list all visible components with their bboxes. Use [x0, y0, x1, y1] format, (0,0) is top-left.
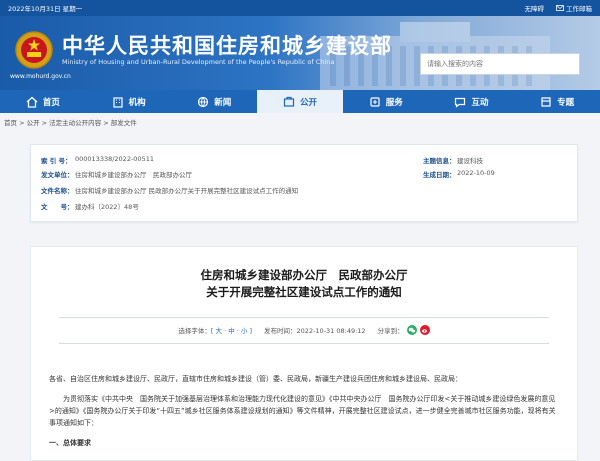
- article-salutation: 各省、自治区住房和城乡建设厅、民政厅，直辖市住房和城乡建设（管）委、民政局，新疆…: [49, 375, 462, 383]
- topic-icon: [541, 96, 551, 107]
- mail-label: 工作邮箱: [566, 5, 592, 13]
- meta-title-row: 文件名称： 住房和城乡建设部办公厅 民政部办公厅关于开展完整社区建设试点工作的通…: [41, 187, 299, 195]
- top-bar: 2022年10月31日 星期一 无障碍 工作邮箱: [0, 0, 600, 16]
- accessibility-label: 无障碍: [524, 5, 545, 13]
- nav-item-org[interactable]: 机构: [86, 90, 172, 113]
- main-nav: 首页 机构 新闻 公开 服务 互动 专题: [0, 90, 600, 113]
- share-group: 分享到：: [378, 325, 430, 335]
- article-info-bar: 选择字体：[ 大 · 中 · 小 ] 发布时间：2022-10-31 08:49…: [31, 325, 577, 335]
- site-header: 中华人民共和国住房和城乡建设部 Ministry of Housing and …: [0, 16, 600, 90]
- breadcrumb: 首页 > 公开 > 法定主动公开内容 > 部发文件: [4, 119, 137, 127]
- current-date: 2022年10月31日 星期一: [8, 5, 83, 13]
- article-container: 住房和城乡建设部办公厅 民政部办公厅 关于开展完整社区建设试点工作的通知 选择字…: [30, 246, 578, 461]
- meta-docnum-row: 文 号： 建办科〔2022〕48号: [41, 203, 139, 211]
- info-divider: [59, 343, 549, 344]
- nav-item-news[interactable]: 新闻: [171, 90, 257, 113]
- article-title: 住房和城乡建设部办公厅 民政部办公厅 关于开展完整社区建设试点工作的通知: [200, 268, 408, 299]
- meta-subject-row: 主题信息： 建设科技: [423, 157, 483, 165]
- globe-icon: [198, 96, 209, 107]
- nav-item-home[interactable]: 首页: [0, 90, 86, 113]
- home-icon: [26, 96, 38, 108]
- font-size-selector: 选择字体：[ 大 · 中 · 小 ]: [178, 327, 253, 335]
- mail-icon: [556, 5, 564, 11]
- open-icon: [283, 96, 295, 107]
- building-icon: [112, 96, 123, 108]
- document-meta-panel: 索 引 号： 000013338/2022-00511 主题信息： 建设科技 发…: [30, 144, 578, 222]
- article-section-heading: 一、总体要求: [49, 439, 91, 447]
- accessibility-link[interactable]: 无障碍: [525, 3, 545, 13]
- nav-item-topic[interactable]: 专题: [514, 90, 600, 113]
- font-size-options[interactable]: [ 大 · 中 · 小 ]: [211, 327, 252, 335]
- title-divider: [59, 317, 549, 318]
- meta-index-row: 索 引 号： 000013338/2022-00511: [41, 155, 154, 165]
- meta-issuer-row: 发文单位： 住房和城乡建设部办公厅 民政部办公厅: [41, 171, 192, 179]
- search-input[interactable]: [427, 60, 573, 68]
- nav-item-interact[interactable]: 互动: [429, 90, 515, 113]
- publish-time: 发布时间：2022-10-31 08:49:12: [264, 327, 366, 335]
- service-icon: [370, 96, 380, 107]
- site-title: 中华人民共和国住房和城乡建设部: [62, 34, 392, 58]
- weibo-share-icon[interactable]: [419, 325, 430, 335]
- nav-item-service[interactable]: 服务: [343, 90, 429, 113]
- article-paragraph: 为贯彻落实《中共中央 国务院关于加强基层治理体系和治理能力现代化建设的意见》《中…: [49, 395, 556, 427]
- article-body: 各省、自治区住房和城乡建设厅、民政厅，直辖市住房和城乡建设（管）委、民政局，新疆…: [49, 373, 559, 457]
- site-url: www.mohurd.gov.cn: [10, 73, 71, 80]
- national-emblem-icon: [15, 31, 53, 69]
- site-title-en: Ministry of Housing and Urban-Rural Deve…: [62, 58, 335, 66]
- meta-date-row: 生成日期： 2022-10-09: [423, 169, 495, 179]
- chat-icon: [455, 97, 466, 108]
- search-box[interactable]: [420, 53, 580, 75]
- wechat-share-icon[interactable]: [406, 325, 417, 335]
- nav-item-open[interactable]: 公开: [257, 90, 343, 113]
- mail-link[interactable]: 工作邮箱: [556, 3, 592, 13]
